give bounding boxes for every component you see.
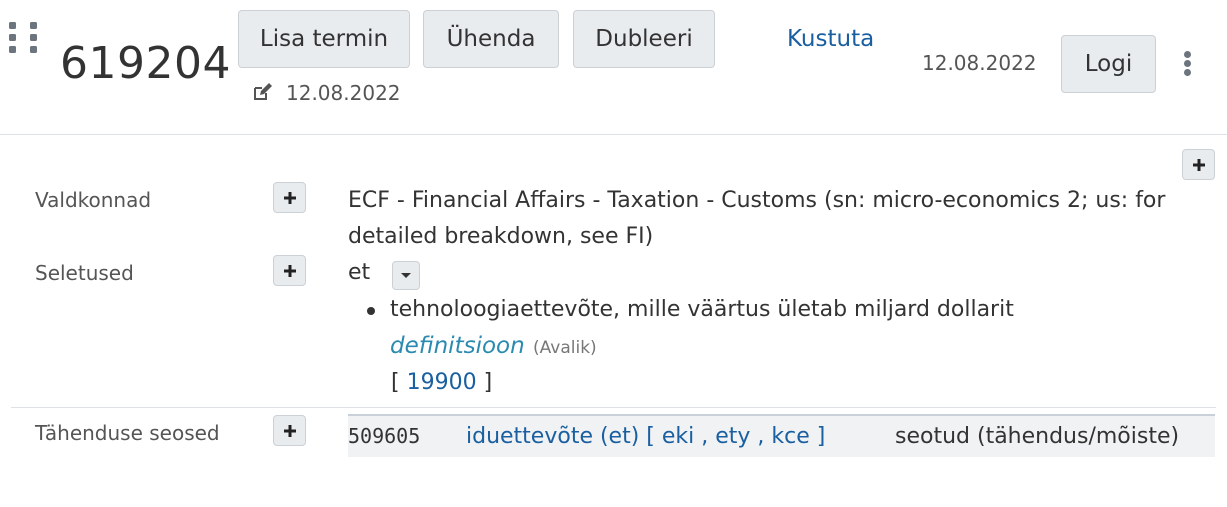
definition-type: definitsioon xyxy=(390,333,525,359)
source-link[interactable]: 19900 xyxy=(407,370,477,395)
add-definition-button[interactable] xyxy=(273,255,306,286)
log-button[interactable]: Logi xyxy=(1061,35,1156,93)
add-relation-button[interactable] xyxy=(273,415,306,446)
edit-icon xyxy=(252,82,272,102)
header-divider xyxy=(0,134,1227,135)
domains-label: Valdkonnad xyxy=(35,188,152,212)
add-term-button[interactable]: Lisa termin xyxy=(238,10,410,68)
relations-divider xyxy=(11,407,1216,408)
definition-source: [ 19900 ] xyxy=(391,368,492,398)
kebab-menu-icon[interactable] xyxy=(1178,48,1198,78)
relation-type: seotud (tähendus/mõiste) xyxy=(895,424,1180,449)
caret-down-icon xyxy=(401,272,411,278)
relation-id: 509605 xyxy=(348,424,421,448)
definition-text[interactable]: tehnoloogiaettevõte, mille väärtus ületa… xyxy=(390,294,1014,326)
join-button[interactable]: Ühenda xyxy=(423,10,559,68)
plus-icon xyxy=(283,191,296,204)
definition-visibility: (Avalik) xyxy=(533,338,597,358)
drag-handle-icon[interactable] xyxy=(9,22,39,54)
plus-icon xyxy=(283,424,296,437)
language-toggle-button[interactable] xyxy=(392,261,420,290)
relation-term-link[interactable]: iduettevõte (et) [ eki , ety , kce ] xyxy=(466,422,825,452)
concept-id: 619204 xyxy=(60,38,231,89)
duplicate-button[interactable]: Dubleeri xyxy=(573,10,715,68)
delete-link[interactable]: Kustuta xyxy=(787,24,874,54)
relations-label: Tähenduse seosed xyxy=(35,421,220,445)
source-bracket-close: ] xyxy=(476,370,493,395)
domain-value: ECF - Financial Affairs - Taxation - Cus… xyxy=(348,188,1166,249)
list-bullet xyxy=(367,307,375,315)
edit-date: 12.08.2022 xyxy=(286,81,401,105)
definitions-label: Seletused xyxy=(35,261,134,285)
definition-language: et xyxy=(348,260,371,285)
plus-icon xyxy=(1192,158,1205,171)
add-section-button[interactable] xyxy=(1182,149,1215,180)
source-bracket-open: [ xyxy=(391,370,407,395)
plus-icon xyxy=(283,264,296,277)
add-domain-button[interactable] xyxy=(273,182,306,213)
header-date: 12.08.2022 xyxy=(922,51,1037,75)
